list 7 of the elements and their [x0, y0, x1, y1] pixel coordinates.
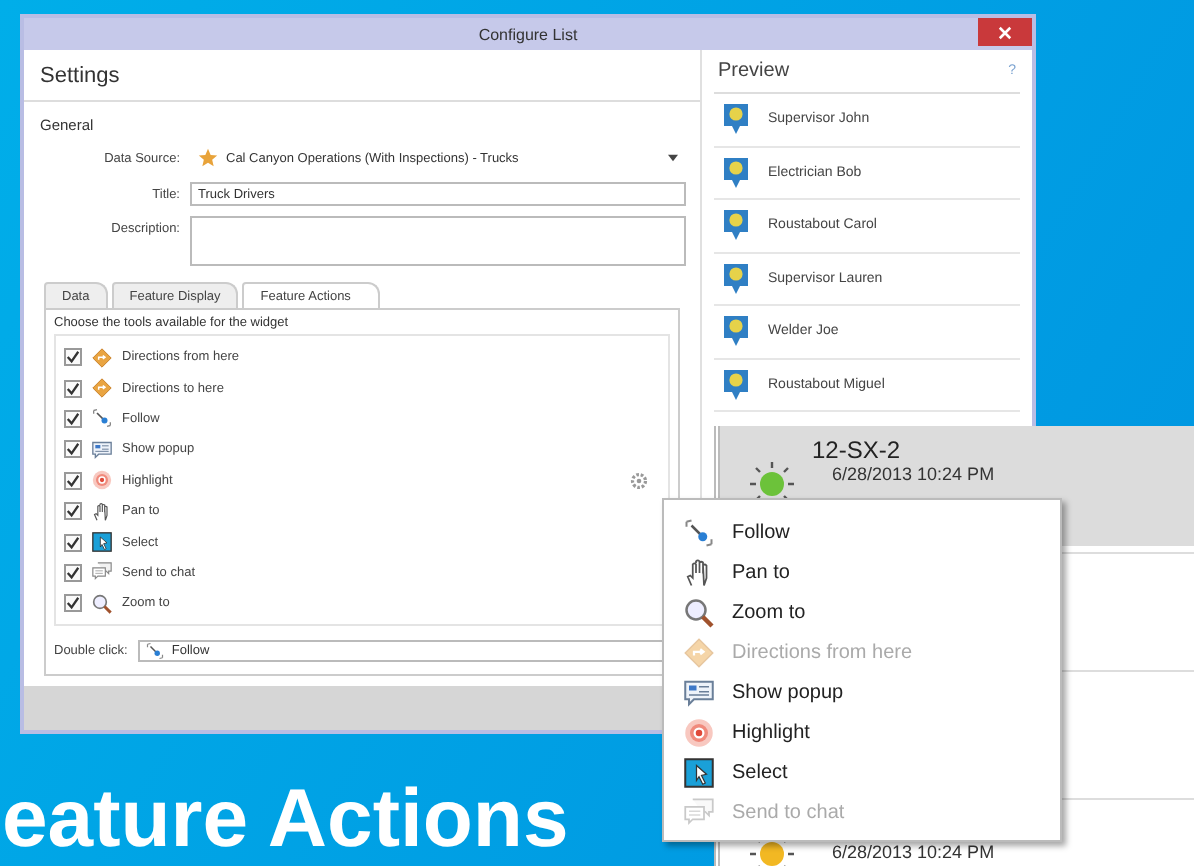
settings-heading: Settings	[24, 50, 700, 102]
timestamp: 6/28/2013 10:24 PM	[832, 464, 995, 484]
timestamp: 6/28/2013 10:24 PM	[832, 842, 995, 862]
item-title: 12-SX-2	[812, 436, 903, 464]
window-title: Configure List	[478, 25, 578, 43]
preview-heading: Preview	[718, 60, 790, 82]
slide-caption: eature Actions	[2, 778, 569, 860]
